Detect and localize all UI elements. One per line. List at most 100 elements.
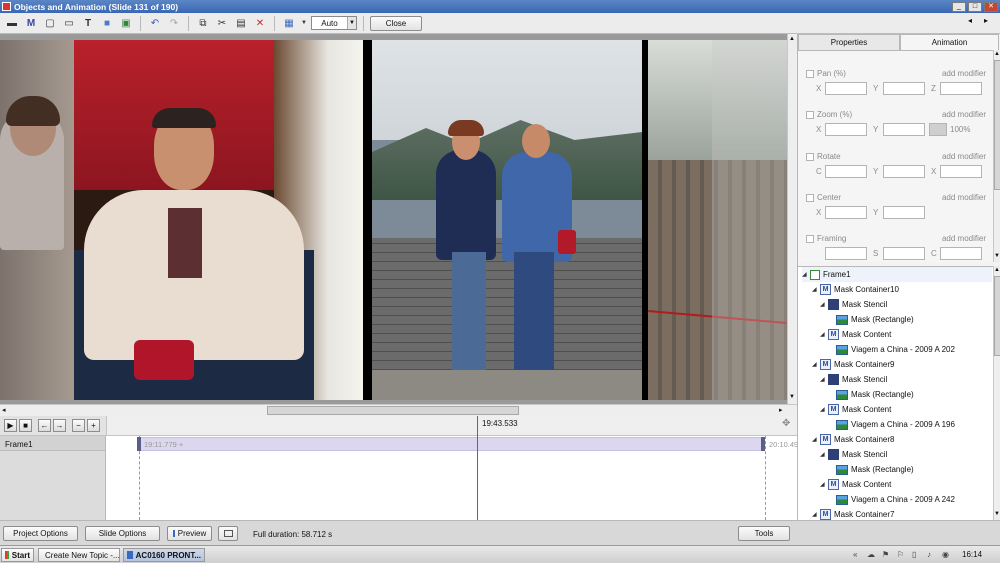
tree-item[interactable]: Mask (Rectangle)	[836, 387, 914, 402]
center-x-field[interactable]	[825, 206, 867, 219]
copy-icon[interactable]: ⧉	[195, 15, 211, 31]
minimize-button[interactable]: _	[952, 1, 966, 12]
zoom-dropdown-icon[interactable]: ▼	[347, 17, 356, 29]
tree-scrollbar[interactable]: ▲ ▼	[993, 266, 1000, 520]
start-handle[interactable]	[137, 437, 141, 451]
rotate-checkbox[interactable]	[806, 152, 814, 161]
tray-cloud-icon[interactable]: ☁	[867, 550, 876, 559]
taskbar-item-app[interactable]: AC0160 PRONT...	[123, 548, 205, 562]
tray-network-icon[interactable]: ▯	[912, 550, 921, 559]
window-button[interactable]	[218, 526, 238, 541]
tree-item-frame1[interactable]: ◢ Frame1	[802, 267, 992, 282]
delete-icon[interactable]: ✕	[252, 15, 268, 31]
center-add-modifier[interactable]: add modifier	[942, 193, 986, 202]
scroll-up-icon[interactable]: ▲	[994, 51, 1000, 57]
tools-button[interactable]: Tools	[738, 526, 790, 541]
tray-app-icon[interactable]: ◉	[942, 550, 951, 559]
photo-rickshaw[interactable]	[74, 40, 363, 400]
framing-add-modifier[interactable]: add modifier	[942, 234, 986, 243]
close-window-button[interactable]: ✕	[984, 1, 998, 12]
mask-container-icon[interactable]: M	[23, 15, 39, 31]
frame-duration-bar[interactable]: 19:11.779 + 20:10.49	[137, 437, 798, 451]
tree-item[interactable]: ◢ M Mask Container9	[812, 357, 894, 372]
rotate-x-field[interactable]	[940, 165, 982, 178]
next-key-icon[interactable]: →	[53, 419, 66, 432]
preview-button[interactable]: Preview	[167, 526, 212, 541]
tree-item[interactable]: Viagem a China - 2009 A 242	[836, 492, 955, 507]
rotate-add-modifier[interactable]: add modifier	[942, 152, 986, 161]
paste-icon[interactable]: ▤	[233, 15, 249, 31]
scroll-up-icon[interactable]: ▲	[789, 36, 795, 42]
framing-field-2[interactable]	[883, 247, 925, 260]
scroll-down-icon[interactable]: ▼	[994, 511, 1000, 517]
slide-canvas[interactable]	[0, 34, 787, 404]
scroll-left-icon[interactable]: ◂	[2, 406, 6, 414]
tree-item[interactable]: Mask (Rectangle)	[836, 312, 914, 327]
pan-z-field[interactable]	[940, 82, 982, 95]
tree-item[interactable]: ◢ M Mask Container7	[812, 507, 894, 520]
redo-icon[interactable]: ↷	[166, 15, 182, 31]
tray-expand-icon[interactable]: «	[853, 550, 862, 559]
scroll-down-icon[interactable]: ▼	[789, 394, 795, 400]
photo-left-faded[interactable]	[0, 40, 74, 400]
pan-add-modifier[interactable]: add modifier	[942, 69, 986, 78]
framing-checkbox[interactable]	[806, 234, 814, 243]
project-options-button[interactable]: Project Options	[3, 526, 78, 541]
tray-flag2-icon[interactable]: ⚐	[897, 550, 906, 559]
start-button[interactable]: Start	[1, 548, 34, 562]
pan-checkbox[interactable]	[806, 69, 814, 78]
tree-item[interactable]: Viagem a China - 2009 A 202	[836, 342, 955, 357]
photo-right-faded[interactable]	[648, 40, 787, 400]
tree-item[interactable]: ◢ M Mask Content	[820, 327, 891, 342]
zoom-select[interactable]: Auto ▼	[311, 16, 357, 30]
chevron-down-icon[interactable]: ▼	[300, 15, 308, 31]
scroll-up-icon[interactable]: ▲	[994, 267, 1000, 273]
photo-great-wall[interactable]	[372, 40, 642, 400]
scroll-down-icon[interactable]: ▼	[994, 253, 1000, 259]
end-handle[interactable]	[761, 437, 765, 451]
zoom-link-toggle[interactable]	[929, 123, 947, 136]
center-y-field[interactable]	[883, 206, 925, 219]
zoom-out-icon[interactable]: −	[72, 419, 85, 432]
button-object-icon[interactable]: ▭	[61, 15, 77, 31]
stop-icon[interactable]: ■	[19, 419, 32, 432]
framing-field-3[interactable]	[940, 247, 982, 260]
tree-item[interactable]: Viagem a China - 2009 A 196	[836, 417, 955, 432]
taskbar-item-browser[interactable]: Create New Topic -...	[38, 548, 120, 562]
center-checkbox[interactable]	[806, 193, 814, 202]
zoom-y-field[interactable]	[883, 123, 925, 136]
framing-field-1[interactable]	[825, 247, 867, 260]
tab-properties[interactable]: Properties	[798, 34, 900, 50]
undo-icon[interactable]: ↶	[147, 15, 163, 31]
animation-scroll-thumb[interactable]	[994, 60, 1000, 190]
tree-item[interactable]: ◢ M Mask Container8	[812, 432, 894, 447]
prev-key-icon[interactable]: ←	[38, 419, 51, 432]
playhead[interactable]	[477, 416, 478, 520]
frame-icon[interactable]: ▢	[42, 15, 58, 31]
image-icon[interactable]: ▣	[118, 15, 134, 31]
zoom-add-modifier[interactable]: add modifier	[942, 110, 986, 119]
move-icon[interactable]: ✥	[782, 418, 790, 429]
tray-volume-icon[interactable]: ♪	[927, 550, 936, 559]
close-button[interactable]: Close	[370, 15, 422, 31]
nav-left-icon[interactable]: ◂	[968, 16, 972, 25]
pan-y-field[interactable]	[883, 82, 925, 95]
tree-item[interactable]: ◢ Mask Stencil	[820, 447, 887, 462]
play-icon[interactable]: ▶	[4, 419, 17, 432]
tree-item[interactable]: ◢ Mask Stencil	[820, 297, 887, 312]
zoom-checkbox[interactable]	[806, 110, 814, 119]
rotate-c-field[interactable]	[825, 165, 867, 178]
tree-scroll-thumb[interactable]	[994, 276, 1000, 356]
zoom-x-field[interactable]	[825, 123, 867, 136]
rectangle-icon[interactable]: ■	[99, 15, 115, 31]
pan-x-field[interactable]	[825, 82, 867, 95]
animation-scrollbar[interactable]: ▲ ▼	[993, 50, 1000, 262]
cut-icon[interactable]: ✂	[214, 15, 230, 31]
canvas-hscroll-thumb[interactable]	[267, 406, 519, 415]
rotate-y-field[interactable]	[883, 165, 925, 178]
nav-right-icon[interactable]: ▸	[984, 16, 988, 25]
canvas-vertical-scrollbar[interactable]: ▲ ▼	[787, 34, 797, 404]
tree-item[interactable]: ◢ Mask Stencil	[820, 372, 887, 387]
tree-item[interactable]: ◢ M Mask Content	[820, 477, 891, 492]
zoom-in-icon[interactable]: +	[87, 419, 100, 432]
